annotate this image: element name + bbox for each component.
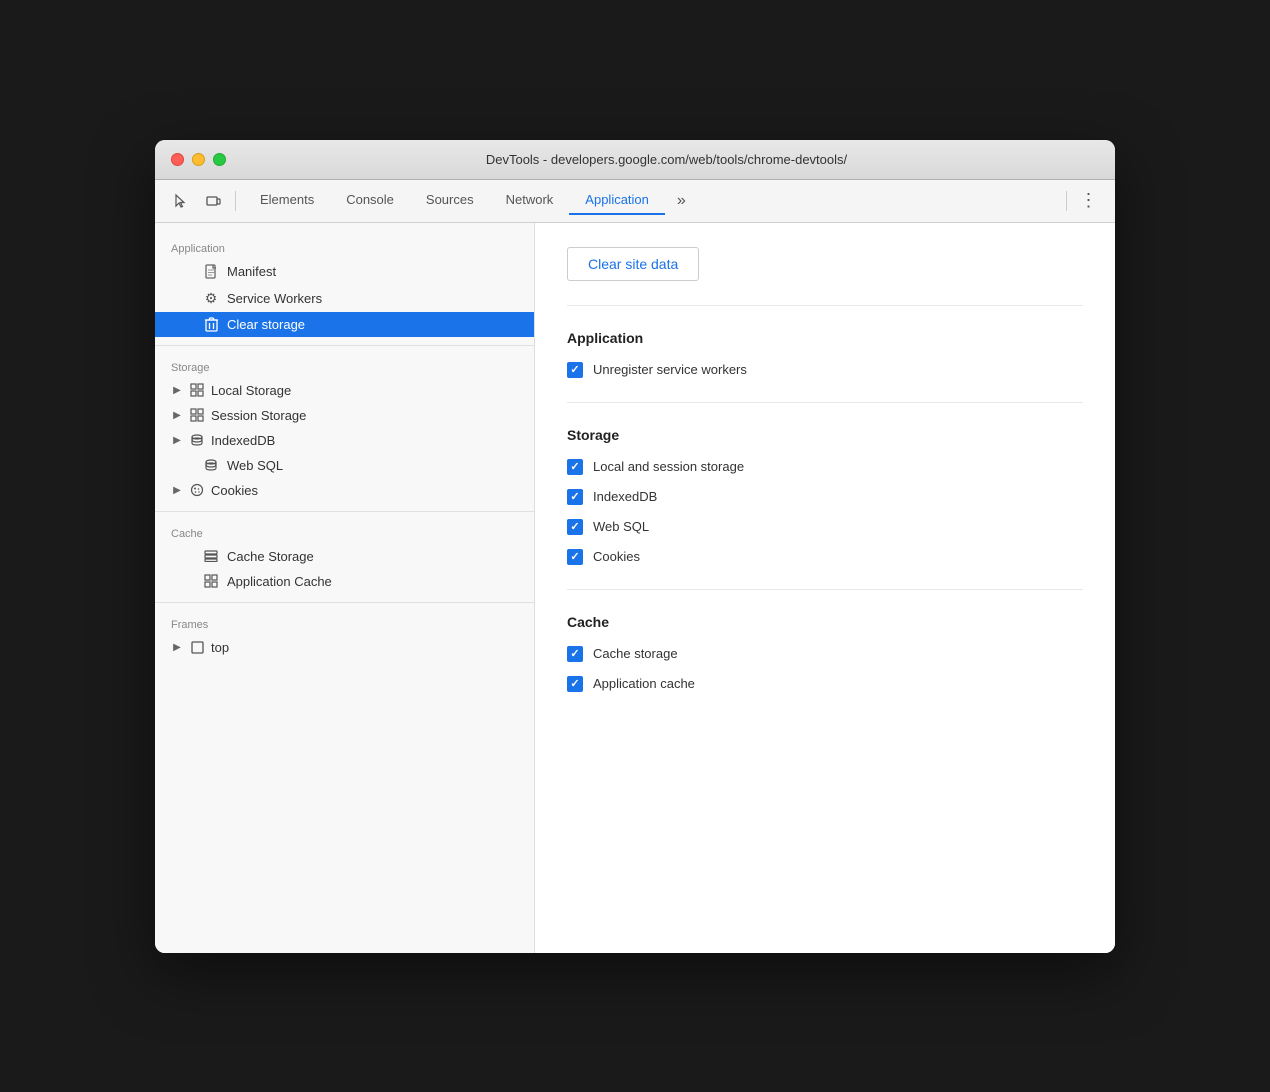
sidebar-item-session-storage[interactable]: ▶ Session Storage <box>155 403 534 428</box>
cache-storage-check-label[interactable]: Cache storage <box>593 646 678 661</box>
section-divider-3 <box>567 589 1083 590</box>
trash-icon <box>203 317 219 332</box>
divider-3 <box>155 602 534 603</box>
sidebar-item-indexeddb[interactable]: ▶ IndexedDB <box>155 428 534 453</box>
checkbox-unregister-sw[interactable] <box>567 362 583 378</box>
service-workers-label: Service Workers <box>227 291 322 306</box>
indexeddb-label: IndexedDB <box>211 433 275 448</box>
application-section: Application Unregister service workers <box>567 330 1083 378</box>
grid-icon-local <box>189 383 205 397</box>
devtools-window: DevTools - developers.google.com/web/too… <box>155 140 1115 953</box>
checkbox-indexeddb: IndexedDB <box>567 489 1083 505</box>
divider-2 <box>155 511 534 512</box>
checkbox-cookies: Cookies <box>567 549 1083 565</box>
session-storage-label: Session Storage <box>211 408 306 423</box>
top-arrow: ▶ <box>171 642 183 653</box>
checkbox-local-session: Local and session storage <box>567 459 1083 475</box>
storage-section: Storage Local and session storage Indexe… <box>567 427 1083 565</box>
manifest-label: Manifest <box>227 264 276 279</box>
local-storage-arrow: ▶ <box>171 385 183 396</box>
divider-1 <box>155 345 534 346</box>
grid-icon-cache <box>203 574 219 588</box>
section-divider-1 <box>567 305 1083 306</box>
cookies-label: Cookies <box>211 483 258 498</box>
more-tabs-button[interactable]: » <box>669 186 694 216</box>
tab-network[interactable]: Network <box>490 186 570 215</box>
titlebar: DevTools - developers.google.com/web/too… <box>155 140 1115 180</box>
top-label: top <box>211 640 229 655</box>
close-button[interactable] <box>171 153 184 166</box>
unregister-sw-label[interactable]: Unregister service workers <box>593 362 747 377</box>
cookies-check-label[interactable]: Cookies <box>593 549 640 564</box>
sidebar-section-storage: Storage <box>155 354 534 378</box>
app-cache-check-label[interactable]: Application cache <box>593 676 695 691</box>
sidebar-item-app-cache[interactable]: ▶ Application Cache <box>155 569 534 594</box>
layers-icon <box>203 550 219 562</box>
checkbox-web-sql-input[interactable] <box>567 519 583 535</box>
window-title: DevTools - developers.google.com/web/too… <box>234 152 1099 167</box>
main-area: Application ▶ Manifest ▶ ⚙ Service Worke… <box>155 223 1115 953</box>
sidebar: Application ▶ Manifest ▶ ⚙ Service Worke… <box>155 223 535 953</box>
checkbox-cache-storage: Cache storage <box>567 646 1083 662</box>
clear-site-data-button[interactable]: Clear site data <box>567 247 699 281</box>
cache-storage-label: Cache Storage <box>227 549 314 564</box>
local-storage-label: Local Storage <box>211 383 291 398</box>
frame-icon <box>189 641 205 654</box>
minimize-button[interactable] <box>192 153 205 166</box>
application-cache-label: Application Cache <box>227 574 332 589</box>
tab-sources[interactable]: Sources <box>410 186 490 215</box>
cache-section: Cache Cache storage Application cache <box>567 614 1083 692</box>
grid-icon-session <box>189 408 205 422</box>
toolbar-divider <box>235 191 236 211</box>
cursor-icon[interactable] <box>167 187 195 215</box>
checkbox-web-sql: Web SQL <box>567 519 1083 535</box>
sidebar-item-cache-storage[interactable]: ▶ Cache Storage <box>155 544 534 569</box>
storage-section-title: Storage <box>567 427 1083 443</box>
devtools-menu-button[interactable]: ⋮ <box>1075 187 1103 215</box>
tab-console[interactable]: Console <box>330 186 410 215</box>
toolbar: Elements Console Sources Network Applica… <box>155 180 1115 223</box>
toolbar-divider-2 <box>1066 191 1067 211</box>
sidebar-item-service-workers[interactable]: ▶ ⚙ Service Workers <box>155 285 534 312</box>
cookies-arrow: ▶ <box>171 485 183 496</box>
local-session-label[interactable]: Local and session storage <box>593 459 744 474</box>
tab-application[interactable]: Application <box>569 186 665 215</box>
sidebar-item-local-storage[interactable]: ▶ Local Storage <box>155 378 534 403</box>
cookie-icon <box>189 483 205 497</box>
web-sql-check-label[interactable]: Web SQL <box>593 519 649 534</box>
checkbox-app-cache-input[interactable] <box>567 676 583 692</box>
sidebar-section-cache: Cache <box>155 520 534 544</box>
application-section-title: Application <box>567 330 1083 346</box>
cache-section-title: Cache <box>567 614 1083 630</box>
tab-elements[interactable]: Elements <box>244 186 330 215</box>
sidebar-item-cookies[interactable]: ▶ Cookies <box>155 478 534 503</box>
sidebar-section-application: Application <box>155 235 534 259</box>
indexeddb-arrow: ▶ <box>171 435 183 446</box>
sidebar-item-clear-storage[interactable]: ▶ Clear storage <box>155 312 534 337</box>
session-storage-arrow: ▶ <box>171 410 183 421</box>
maximize-button[interactable] <box>213 153 226 166</box>
section-divider-2 <box>567 402 1083 403</box>
checkbox-local-session-input[interactable] <box>567 459 583 475</box>
content-panel: Clear site data Application Unregister s… <box>535 223 1115 953</box>
web-sql-label: Web SQL <box>227 458 283 473</box>
sidebar-item-manifest[interactable]: ▶ Manifest <box>155 259 534 285</box>
sidebar-item-top[interactable]: ▶ top <box>155 635 534 660</box>
doc-icon <box>203 264 219 280</box>
checkbox-cache-storage-input[interactable] <box>567 646 583 662</box>
checkbox-cookies-input[interactable] <box>567 549 583 565</box>
db-icon-sql <box>203 458 219 472</box>
sidebar-section-frames: Frames <box>155 611 534 635</box>
checkbox-indexeddb-input[interactable] <box>567 489 583 505</box>
indexeddb-check-label[interactable]: IndexedDB <box>593 489 657 504</box>
clear-storage-label: Clear storage <box>227 317 305 332</box>
checkbox-unregister-service-workers: Unregister service workers <box>567 362 1083 378</box>
gear-icon: ⚙ <box>203 290 219 307</box>
db-icon-indexed <box>189 433 205 447</box>
checkbox-app-cache: Application cache <box>567 676 1083 692</box>
sidebar-item-web-sql[interactable]: ▶ Web SQL <box>155 453 534 478</box>
tab-bar: Elements Console Sources Network Applica… <box>244 186 665 215</box>
responsive-icon[interactable] <box>199 187 227 215</box>
